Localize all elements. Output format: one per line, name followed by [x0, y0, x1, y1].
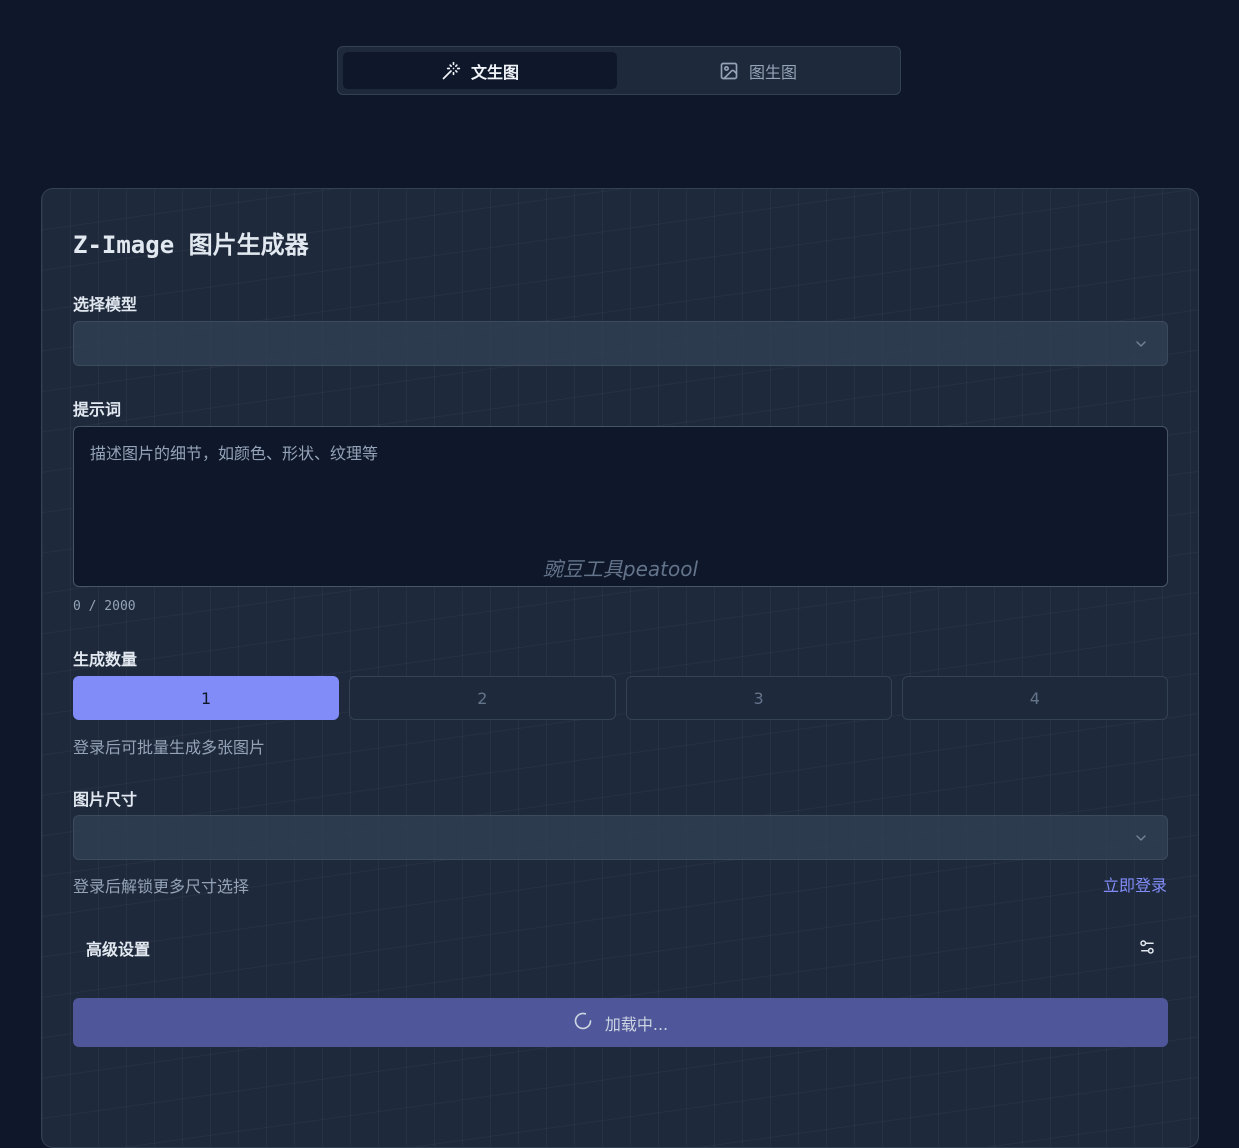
size-label: 图片尺寸: [73, 790, 138, 809]
quantity-option-2[interactable]: 2: [349, 676, 616, 720]
page-title: Z-Image 图片生成器: [73, 231, 309, 259]
settings-sliders-icon: [1138, 938, 1156, 960]
generate-button-label: 加载中...: [604, 1014, 669, 1034]
tab-image-to-image[interactable]: 图生图: [621, 52, 895, 89]
quantity-hint: 登录后可批量生成多张图片: [73, 738, 266, 757]
size-hint: 登录后解锁更多尺寸选择: [73, 877, 250, 896]
image-icon: [719, 61, 739, 81]
prompt-textarea[interactable]: 描述图片的细节，如颜色、形状、纹理等 豌豆工具peatool: [73, 426, 1168, 587]
generate-button[interactable]: 加载中...: [73, 998, 1168, 1047]
quantity-options: 1 2 3 4: [73, 676, 1168, 720]
spinner-icon: [573, 1011, 593, 1035]
size-select[interactable]: [73, 815, 1168, 860]
chevron-down-icon: [1133, 336, 1149, 356]
advanced-settings-label: 高级设置: [86, 940, 151, 959]
char-counter: 0 / 2000: [73, 599, 136, 614]
quantity-option-4[interactable]: 4: [901, 676, 1168, 720]
magic-wand-icon: [441, 61, 461, 81]
quantity-option-3[interactable]: 3: [625, 676, 892, 720]
mode-tabs: 文生图 图生图: [337, 46, 901, 95]
generator-card: Z-Image 图片生成器 选择模型 提示词 描述图片的细节，如颜色、形状、纹理…: [41, 188, 1199, 1148]
tab-label: 文生图: [470, 62, 519, 82]
advanced-settings-toggle[interactable]: 高级设置: [73, 922, 1168, 970]
prompt-placeholder: 描述图片的细节，如颜色、形状、纹理等: [90, 444, 379, 463]
model-label: 选择模型: [73, 295, 138, 314]
tab-label: 图生图: [748, 62, 797, 82]
login-link[interactable]: 立即登录: [1103, 872, 1167, 896]
chevron-down-icon: [1133, 830, 1149, 850]
model-select[interactable]: [73, 321, 1168, 366]
watermark-text: 豌豆工具peatool: [542, 557, 699, 581]
tab-text-to-image[interactable]: 文生图: [343, 52, 617, 89]
prompt-label: 提示词: [73, 400, 122, 419]
quantity-label: 生成数量: [73, 650, 138, 669]
quantity-option-1[interactable]: 1: [73, 676, 340, 720]
